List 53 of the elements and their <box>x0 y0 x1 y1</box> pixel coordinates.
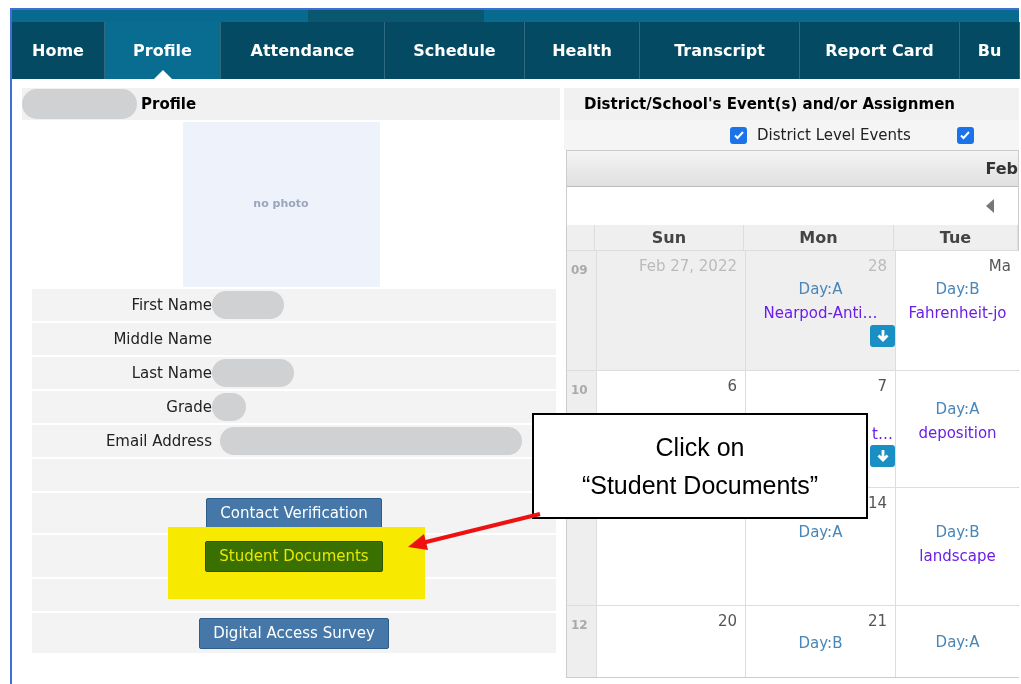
event-link[interactable]: landscape <box>919 544 996 568</box>
checkmark-icon <box>732 129 745 141</box>
action-button[interactable]: Contact Verification <box>206 497 382 529</box>
field-label: First Name <box>130 294 212 316</box>
date-number: Ma <box>988 256 1011 277</box>
nav-tab[interactable]: Health <box>525 22 640 79</box>
week-number: 12 <box>571 618 588 632</box>
download-icon[interactable] <box>870 325 895 347</box>
checkbox[interactable] <box>730 126 747 144</box>
day-type: Day:A <box>798 278 843 300</box>
photo-placeholder-text: no photo <box>253 196 309 213</box>
date-number: 6 <box>727 376 737 397</box>
week-number: 09 <box>571 263 588 277</box>
day-type: Day:A <box>798 521 843 543</box>
previous-icon[interactable] <box>985 199 995 213</box>
day-type: Day:A <box>935 632 980 654</box>
day-type: Day:B <box>798 633 843 654</box>
download-icon[interactable] <box>870 445 895 467</box>
field-label: Grade <box>165 396 212 418</box>
nav-tab[interactable]: Transcript <box>640 22 800 79</box>
field-label: Last Name <box>130 362 212 384</box>
date-number: 21 <box>867 611 887 632</box>
day-type: Day:A <box>935 398 980 420</box>
nav-tab[interactable]: Profile <box>105 22 221 79</box>
checkmark-icon <box>959 129 972 141</box>
month-title: Feb <box>985 157 1018 180</box>
date-number: 7 <box>877 376 887 397</box>
field-label: Email Address <box>104 430 212 452</box>
day-header: Mon <box>744 225 894 250</box>
action-button[interactable]: Digital Access Survey <box>199 617 389 649</box>
date-number: 20 <box>717 611 737 632</box>
filter-label: District Level Events <box>757 124 911 146</box>
action-button[interactable]: Student Documents <box>205 540 383 572</box>
date-number: 14 <box>867 493 887 514</box>
day-header: Sun <box>595 225 744 250</box>
nav-tab[interactable]: Attendance <box>221 22 385 79</box>
checkbox[interactable] <box>956 126 974 144</box>
event-link[interactable]: t… <box>872 422 895 445</box>
nav-tab[interactable]: Report Card <box>800 22 960 79</box>
day-type: Day:B <box>935 521 980 543</box>
callout-text: “Student Documents” <box>581 470 819 501</box>
callout-text: Click on <box>655 432 745 463</box>
week-number: 10 <box>571 383 588 397</box>
event-link[interactable]: deposition <box>918 421 997 445</box>
event-link[interactable]: Nearpod-Anti… <box>763 301 878 325</box>
panel-title: District/School's Event(s) and/or Assignmen <box>584 93 955 115</box>
event-link[interactable]: Fahrenheit-jo <box>908 301 1007 325</box>
day-header: Tue <box>894 225 1018 250</box>
field-label: Middle Name <box>112 328 212 350</box>
panel-title: Profile <box>141 93 197 115</box>
nav-tab[interactable]: Bu <box>960 22 1020 79</box>
nav-tab[interactable]: Schedule <box>385 22 525 79</box>
day-type: Day:B <box>935 278 980 300</box>
